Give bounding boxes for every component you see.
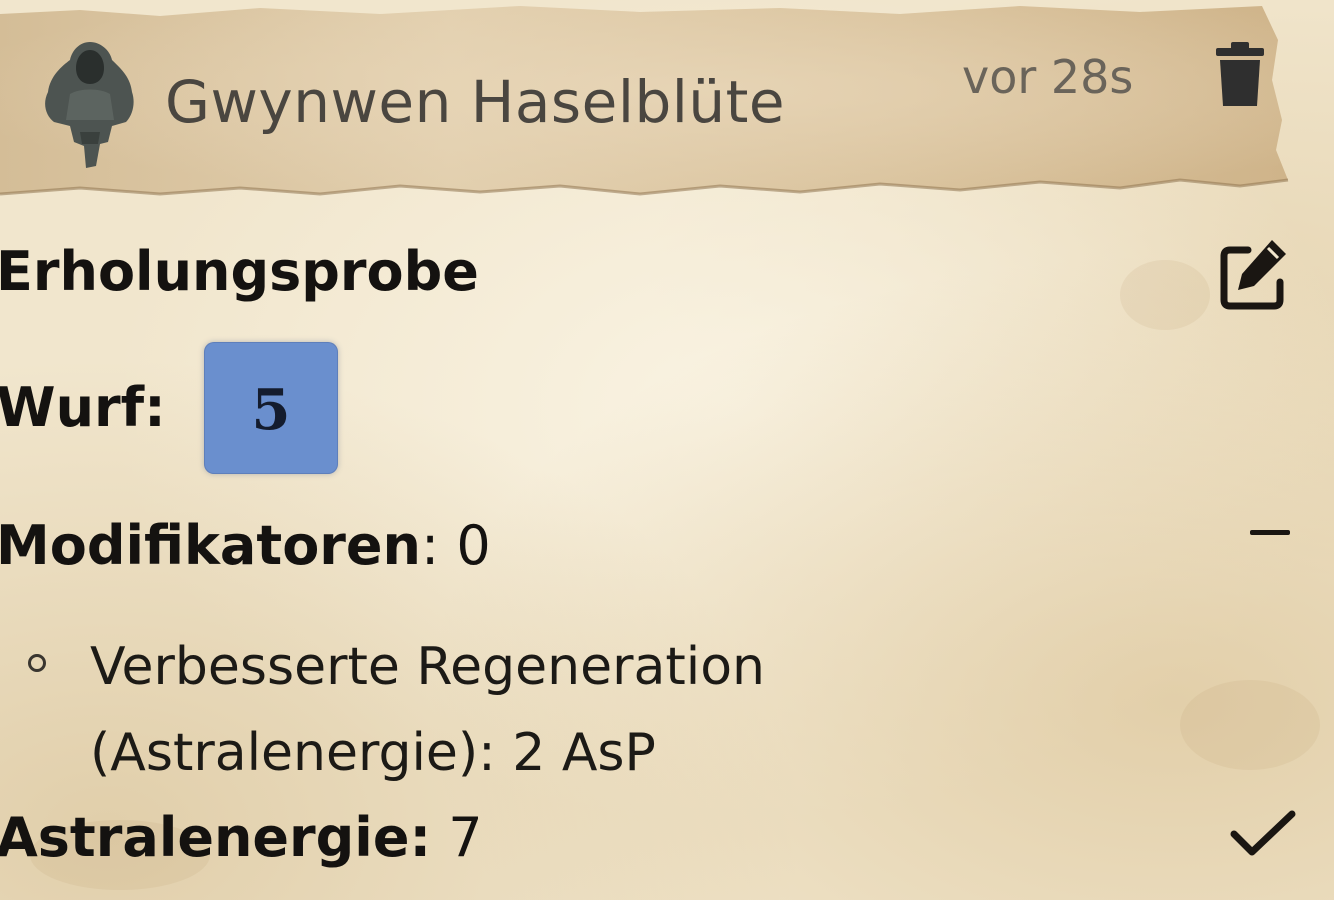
minus-icon[interactable] [1246,512,1294,552]
modifier-list: Verbesserte Regeneration (Astralenergie)… [28,624,990,796]
message-timestamp: vor 28s [962,50,1134,104]
die-result[interactable]: 5 [204,342,338,474]
checkmark-icon [1230,810,1296,856]
trash-icon[interactable] [1212,42,1268,108]
result-label: Astralenergie [0,806,410,869]
roll-title: Erholungsprobe [0,240,479,303]
roll-label: Wurf: [0,376,166,439]
modifiers-summary: Modifikatoren: 0 [0,514,491,577]
message-header: Gwynwen Haselblüte vor 28s [0,0,1290,200]
result-colon: : [409,806,432,869]
paper-texture [1180,680,1320,770]
paper-texture [1120,260,1210,330]
character-portrait-icon[interactable] [40,36,140,170]
modifier-line-1: Verbesserte Regeneration [90,637,765,697]
message-author: Gwynwen Haselblüte [165,68,786,136]
edit-icon[interactable] [1218,236,1290,312]
modifiers-value: 0 [456,514,491,577]
list-item: Verbesserte Regeneration (Astralenergie)… [28,624,990,796]
bullet-icon [28,654,46,672]
result-value: 7 [448,806,483,869]
die-value: 5 [251,377,291,443]
modifiers-colon: : [421,514,457,577]
modifiers-label: Modifikatoren [0,514,421,577]
result-summary: Astralenergie: 7 [0,806,483,869]
modifier-line-2: (Astralenergie): 2 AsP [90,723,656,783]
